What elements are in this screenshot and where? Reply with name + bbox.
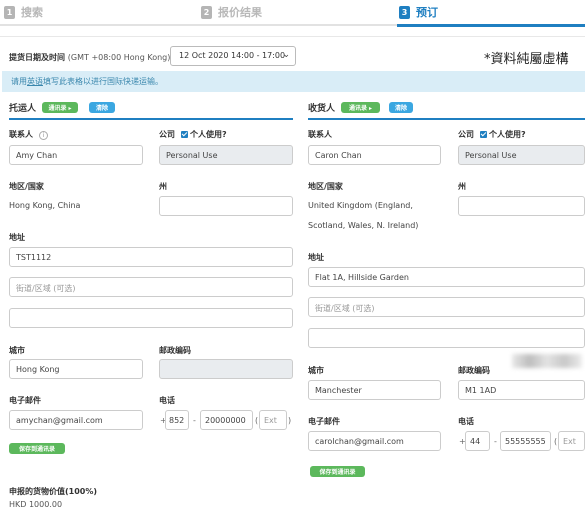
personal-use-label: 个人使用? — [190, 130, 227, 139]
city-label: 城市 — [308, 366, 324, 375]
personal-use-label: 个人使用? — [489, 130, 526, 139]
paren-open: ( — [255, 416, 259, 425]
state-label: 州 — [159, 182, 167, 191]
watermark: *資料純屬虛構 — [484, 52, 569, 67]
phone-label: 电话 — [458, 417, 474, 426]
region-label: 地区/国家 — [308, 182, 343, 191]
pickup-label-text: 提货日期及时间 — [9, 53, 65, 62]
phone-country-code-input[interactable]: 44 — [465, 431, 490, 451]
phone-ext-input[interactable]: Ext — [558, 431, 585, 451]
company-label: 公司 个人使用? — [458, 129, 526, 140]
company-label-text: 公司 — [159, 130, 175, 139]
booking-form: 提货日期及时间 (GMT +08:00 Hong Kong) 12 Oct 20… — [0, 36, 585, 512]
phone-ext-input[interactable]: Ext — [259, 410, 287, 430]
city-input[interactable]: Hong Kong — [9, 359, 143, 379]
state-input[interactable] — [159, 196, 293, 216]
city-label: 城市 — [9, 346, 25, 355]
address-line2-input[interactable]: 街道/区域 (可选) — [9, 277, 293, 297]
clear-button[interactable]: 清除 — [389, 102, 413, 113]
phone-country-code-input[interactable]: 852 — [165, 410, 189, 430]
phone-number-input[interactable]: 55555555 — [500, 431, 551, 451]
address-book-button[interactable]: 通讯录 ▸ — [341, 102, 380, 113]
address-book-button[interactable]: 通讯录 ▸ — [42, 102, 78, 113]
step-number: 1 — [4, 5, 15, 19]
info-icon[interactable]: i — [39, 131, 48, 140]
steps-track-active — [397, 24, 585, 27]
save-to-address-book-button[interactable]: 保存到通讯录 — [310, 466, 365, 477]
postcode-label: 邮政编码 — [159, 346, 191, 355]
contact-label: 联系人 i — [9, 129, 48, 140]
step-booking[interactable]: 3 预订 — [399, 3, 438, 21]
step-label: 预订 — [416, 6, 438, 19]
clear-button[interactable]: 清除 — [89, 102, 115, 113]
steps-bar: 1 搜索 2 报价结果 3 预订 — [0, 0, 585, 30]
notice-text: 请用 — [11, 77, 27, 86]
step-number: 2 — [201, 5, 212, 19]
contact-label: 联系人 — [308, 130, 332, 139]
section-title: 收货人 — [308, 104, 336, 114]
notice-link[interactable]: 英语 — [27, 77, 43, 86]
postcode-input[interactable]: M1 1AD — [458, 380, 585, 400]
address-line1-input[interactable]: TST1112 — [9, 247, 293, 267]
phone-dash: - — [193, 416, 196, 425]
region-label: 地区/国家 — [9, 182, 44, 191]
address-line2-input[interactable]: 街道/区域 (可选) — [308, 297, 585, 317]
phone-label: 电话 — [159, 396, 175, 405]
notice-text: 填写此表格以进行国际快递运输。 — [43, 77, 163, 86]
company-label: 公司 个人使用? — [159, 129, 227, 140]
city-input[interactable]: Manchester — [308, 380, 441, 400]
receiver-header: 收货人 通讯录 ▸ 清除 — [308, 100, 585, 120]
address-line3-input[interactable] — [9, 308, 293, 328]
email-label: 电子邮件 — [308, 417, 340, 426]
address-label: 地址 — [9, 233, 25, 242]
personal-use-checkbox[interactable] — [480, 131, 487, 138]
declared-value: HKD 1000.00 — [9, 500, 63, 509]
contact-input[interactable]: Amy Chan — [9, 145, 143, 165]
company-label-text: 公司 — [458, 130, 474, 139]
company-input[interactable]: Personal Use — [159, 145, 293, 165]
step-label: 搜索 — [21, 6, 43, 19]
step-search[interactable]: 1 搜索 — [4, 3, 43, 21]
step-number: 3 — [399, 5, 410, 19]
personal-use-checkbox[interactable] — [181, 131, 188, 138]
save-to-address-book-button[interactable]: 保存到通讯录 — [9, 443, 65, 454]
blurred-region — [512, 354, 582, 368]
email-input[interactable]: carolchan@gmail.com — [308, 431, 441, 451]
section-title: 托运人 — [9, 104, 37, 114]
region-value-line2: Scotland, Wales, N. Ireland) — [308, 221, 419, 230]
contact-label-text: 联系人 — [9, 130, 33, 139]
pickup-datetime-value: 12 Oct 2020 14:00 - 17:00 — [179, 51, 286, 60]
state-label: 州 — [458, 182, 466, 191]
region-value: Hong Kong, China — [9, 201, 81, 210]
pickup-timezone: (GMT +08:00 Hong Kong) — [67, 53, 171, 62]
notice-banner: 请用英语填写此表格以进行国际快递运输。 — [2, 71, 585, 92]
region-value-line1: United Kingdom (England, — [308, 201, 413, 210]
shipper-header: 托运人 通讯录 ▸ 清除 — [9, 100, 293, 120]
pickup-datetime-select[interactable]: 12 Oct 2020 14:00 - 17:00 ⌄ — [170, 46, 296, 66]
phone-number-input[interactable]: 20000000 — [200, 410, 253, 430]
postcode-label: 邮政编码 — [458, 366, 490, 375]
address-label: 地址 — [308, 253, 324, 262]
address-line1-input[interactable]: Flat 1A, Hillside Garden — [308, 267, 585, 287]
paren-open: ( — [554, 437, 558, 446]
step-quote-results[interactable]: 2 报价结果 — [201, 3, 262, 21]
email-input[interactable]: amychan@gmail.com — [9, 410, 143, 430]
paren-close: ) — [288, 416, 292, 425]
contact-input[interactable]: Caron Chan — [308, 145, 441, 165]
state-input[interactable] — [458, 196, 585, 216]
address-line3-input[interactable] — [308, 328, 585, 348]
chevron-down-icon: ⌄ — [282, 50, 290, 60]
company-input[interactable]: Personal Use — [458, 145, 585, 165]
pickup-label: 提货日期及时间 (GMT +08:00 Hong Kong) — [9, 52, 170, 63]
postcode-input[interactable] — [159, 359, 293, 379]
phone-dash: - — [494, 437, 497, 446]
step-label: 报价结果 — [218, 6, 262, 19]
email-label: 电子邮件 — [9, 396, 41, 405]
